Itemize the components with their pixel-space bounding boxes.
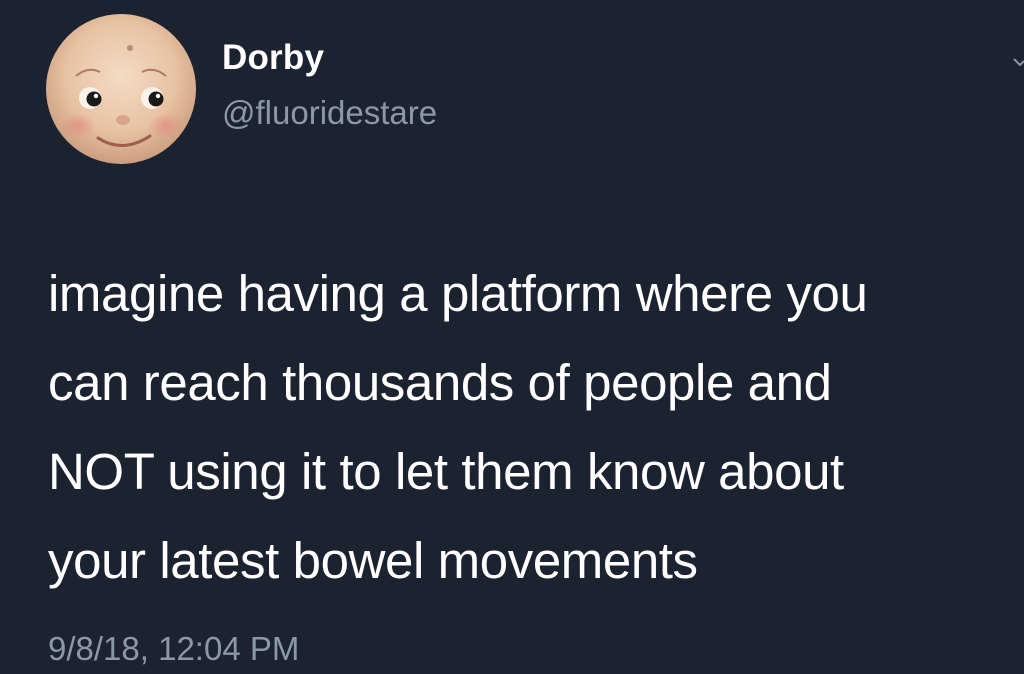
tweet-text-line: imagine having a platform where you	[48, 265, 868, 322]
author-handle[interactable]: @fluoridestare	[222, 96, 437, 129]
tweet-card: Dorby @fluoridestare imagine having a pl…	[0, 0, 1024, 674]
tweet-text-line: NOT using it to let them know about	[48, 443, 844, 500]
tweet-timestamp[interactable]: 9/8/18, 12:04 PM	[48, 632, 299, 665]
tweet-text-line: your latest bowel movements	[48, 532, 698, 589]
tweet-text-line: can reach thousands of people and	[48, 354, 832, 411]
avatar[interactable]	[46, 14, 196, 164]
author-display-name[interactable]: Dorby	[222, 40, 324, 75]
tweet-text: imagine having a platform where you can …	[48, 249, 1018, 605]
kewpie-face-icon	[46, 14, 196, 164]
chevron-down-icon[interactable]	[1012, 50, 1024, 74]
